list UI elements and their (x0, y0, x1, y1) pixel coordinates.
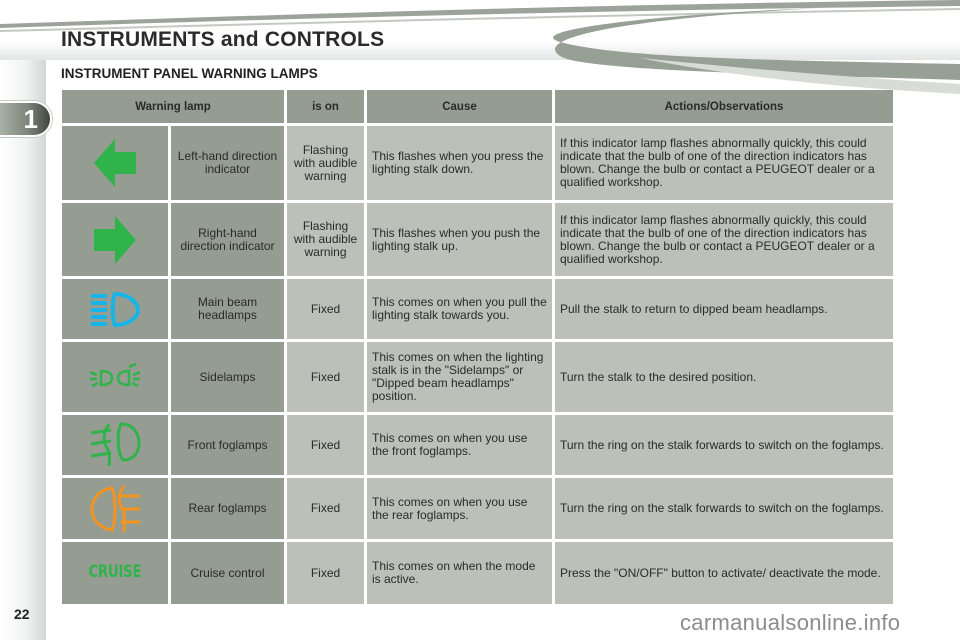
main-beam-icon (91, 291, 141, 327)
right-arrow-icon (94, 215, 136, 264)
page-header-title: INSTRUMENTS and CONTROLS (61, 28, 385, 51)
lamp-name: Right-hand direction indicator (171, 203, 284, 276)
table-row: Front foglamps Fixed This comes on when … (62, 415, 893, 475)
lamp-is-on: Fixed (287, 342, 364, 412)
lamp-name: Sidelamps (171, 342, 284, 412)
lamp-is-on: Flashing with audible warning (287, 203, 364, 276)
lamp-action: If this indicator lamp flashes abnormall… (555, 203, 893, 276)
lamp-cause: This comes on when the mode is active. (367, 542, 552, 604)
lamp-icon-cell (62, 126, 168, 200)
lamp-action: Turn the ring on the stalk forwards to s… (555, 415, 893, 475)
lamp-name: Left-hand direction indicator (171, 126, 284, 200)
column-header-actions: Actions/Observations (555, 90, 893, 123)
lamp-action: If this indicator lamp flashes abnormall… (555, 126, 893, 200)
watermark: carmanualsonline.info (680, 610, 901, 635)
column-header-warning-lamp: Warning lamp (62, 90, 284, 123)
lamp-cause: This comes on when you use the rear fogl… (367, 478, 552, 539)
table-row: CRUISE Cruise control Fixed This comes o… (62, 542, 893, 604)
lamp-cause: This flashes when you press the lighting… (367, 126, 552, 200)
table-row: Rear foglamps Fixed This comes on when y… (62, 478, 893, 539)
lamp-cause: This flashes when you push the lighting … (367, 203, 552, 276)
sidelamps-icon (89, 363, 141, 388)
table-row: Left-hand direction indicator Flashing w… (62, 126, 893, 200)
lamp-icon-cell (62, 203, 168, 276)
lamp-is-on: Fixed (287, 415, 364, 475)
cruise-control-icon: CRUISE (88, 562, 142, 582)
chapter-tab[interactable]: 1 (0, 101, 52, 137)
column-header-is-on: is on (287, 90, 364, 123)
lamp-cause: This comes on when the lighting stalk is… (367, 342, 552, 412)
table-row: Main beam headlamps Fixed This comes on … (62, 279, 893, 339)
lamp-is-on: Fixed (287, 279, 364, 339)
column-header-cause: Cause (367, 90, 552, 123)
lamp-is-on: Flashing with audible warning (287, 126, 364, 200)
lamp-name: Rear foglamps (171, 478, 284, 539)
rear-foglamp-icon (90, 484, 140, 532)
lamp-action: Turn the stalk to the desired position. (555, 342, 893, 412)
lamp-action: Press the "ON/OFF" button to activate/ d… (555, 542, 893, 604)
section-title: INSTRUMENT PANEL WARNING LAMPS (61, 66, 318, 81)
lamp-name: Front foglamps (171, 415, 284, 475)
lamp-is-on: Fixed (287, 478, 364, 539)
lamp-action: Pull the stalk to return to dipped beam … (555, 279, 893, 339)
page-number: 22 (14, 606, 30, 622)
lamp-name: Main beam headlamps (171, 279, 284, 339)
left-arrow-icon (94, 139, 136, 187)
table-row: Sidelamps Fixed This comes on when the l… (62, 342, 893, 412)
table-row: Right-hand direction indicator Flashing … (62, 203, 893, 276)
lamp-is-on: Fixed (287, 542, 364, 604)
lamp-name: Cruise control (171, 542, 284, 604)
lamp-icon-cell (62, 415, 168, 475)
warning-lamps-table: Warning lamp is on Cause Actions/Observa… (59, 87, 896, 607)
lamp-icon-cell (62, 478, 168, 539)
lamp-action: Turn the ring on the stalk forwards to s… (555, 478, 893, 539)
chapter-number: 1 (23, 103, 38, 134)
lamp-cause: This comes on when you use the front fog… (367, 415, 552, 475)
lamp-icon-cell (62, 342, 168, 412)
lamp-icon-cell: CRUISE (62, 542, 168, 604)
lamp-icon-cell (62, 279, 168, 339)
table-header-row: Warning lamp is on Cause Actions/Observa… (62, 90, 893, 123)
left-margin-strip (0, 60, 46, 640)
front-foglamp-icon (90, 422, 141, 467)
lamp-cause: This comes on when you pull the lighting… (367, 279, 552, 339)
